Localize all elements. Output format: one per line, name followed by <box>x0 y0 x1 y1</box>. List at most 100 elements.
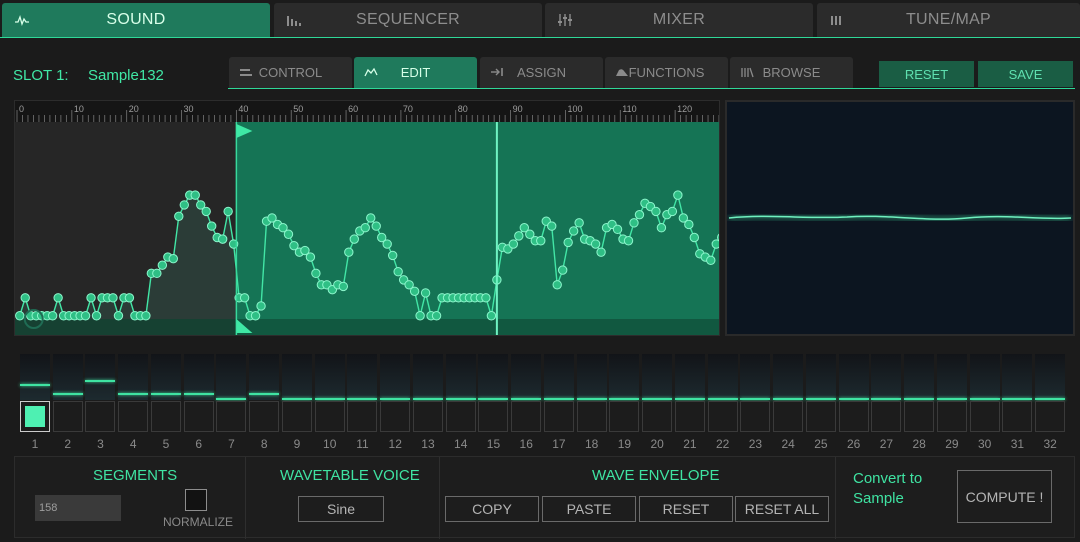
slot-select-button[interactable] <box>1035 401 1066 432</box>
slot-select-button[interactable] <box>511 401 542 432</box>
slot-level-meter <box>936 354 967 400</box>
save-button[interactable]: SAVE <box>978 61 1073 87</box>
slot-select-button[interactable] <box>281 401 312 432</box>
slot-level-bar <box>773 397 804 400</box>
waveform-preview <box>725 100 1075 336</box>
ruler <box>15 101 719 122</box>
slot-select-button[interactable] <box>380 401 411 432</box>
slot-select-button[interactable] <box>707 401 738 432</box>
slot-level-meter <box>118 354 149 400</box>
subtab-edit[interactable]: EDIT <box>354 57 477 88</box>
slot-level-meter <box>52 354 83 400</box>
wavetable-voice-select[interactable]: Sine <box>298 496 384 522</box>
reset-all-button[interactable]: RESET ALL <box>735 496 829 522</box>
slot-level-meter <box>249 354 280 400</box>
waveform-point <box>590 239 601 249</box>
slot-select-button[interactable] <box>412 401 443 432</box>
slot-select-button[interactable] <box>314 401 345 432</box>
subtab-functions[interactable]: FUNCTIONS <box>605 57 728 88</box>
slot-select-button[interactable] <box>740 401 771 432</box>
tab-mixer-label: MIXER <box>652 11 706 28</box>
slot-select-button[interactable] <box>576 401 607 432</box>
slot-select-button[interactable] <box>936 401 967 432</box>
slot-select-button[interactable] <box>674 401 705 432</box>
slot-select-button[interactable] <box>478 401 509 432</box>
slot-select-button[interactable] <box>642 401 673 432</box>
slot-select-button[interactable] <box>183 401 214 432</box>
ruler-label: 50 <box>293 104 303 114</box>
subtab-edit-label: EDIT <box>400 65 431 80</box>
tab-tune-map[interactable]: TUNE/MAP <box>817 3 1080 37</box>
paste-button[interactable]: PASTE <box>542 496 636 522</box>
section-divider <box>835 457 836 539</box>
waveform-point <box>387 250 398 261</box>
tab-sound[interactable]: SOUND <box>2 3 270 37</box>
waveform-point <box>174 211 184 222</box>
slot-select-button[interactable] <box>249 401 280 432</box>
tab-underline <box>0 37 1080 38</box>
slot-level-meter <box>543 354 574 400</box>
slot-select-button[interactable] <box>118 401 149 432</box>
segments-input[interactable]: 158 <box>35 495 121 521</box>
baseline-band <box>15 319 719 335</box>
reset-button[interactable]: RESET <box>879 61 974 87</box>
waveform-point <box>223 206 233 217</box>
waveform-canvas[interactable]: 0 10 20 30 40 50 60 70 80 90 100 110 120 <box>15 101 719 335</box>
slot-number: 13 <box>421 437 435 451</box>
subtab-browse[interactable]: BROWSE <box>730 57 853 88</box>
slot-select-button[interactable] <box>773 401 804 432</box>
subtab-control[interactable]: CONTROL <box>229 57 352 88</box>
slot-number: 18 <box>585 437 599 451</box>
slot-select-button[interactable] <box>52 401 83 432</box>
normalize-checkbox[interactable] <box>185 489 207 511</box>
segments-title: SEGMENTS <box>93 467 178 484</box>
slot-select-button[interactable] <box>347 401 378 432</box>
ruler-label: 10 <box>74 104 84 114</box>
slot-select-button[interactable] <box>904 401 935 432</box>
keys-icon <box>831 16 841 25</box>
slot-level-meter <box>478 354 509 400</box>
envelope-reset-button[interactable]: RESET <box>639 496 733 522</box>
slot-level-bar <box>904 397 935 400</box>
tab-mixer[interactable]: MIXER <box>545 3 813 37</box>
copy-button[interactable]: COPY <box>445 496 539 522</box>
slot-select-button[interactable] <box>838 401 869 432</box>
slot-select-button[interactable] <box>445 401 476 432</box>
waveform-point <box>168 253 179 264</box>
slot-select-button[interactable] <box>805 401 836 432</box>
slot-select-button[interactable] <box>85 401 116 432</box>
ruler-label: 100 <box>567 104 582 114</box>
slot-select-button[interactable] <box>150 401 181 432</box>
wavetable-voice-title: WAVETABLE VOICE <box>280 467 420 484</box>
slot-number: 4 <box>129 437 137 451</box>
slot-level-bar <box>52 392 83 395</box>
waveform-editor[interactable]: 0 10 20 30 40 50 60 70 80 90 100 110 120 <box>14 100 720 336</box>
slot-level-meter <box>642 354 673 400</box>
waveform-point <box>124 293 135 303</box>
subtab-assign[interactable]: ASSIGN <box>480 57 603 88</box>
slot-level-meter <box>969 354 1000 400</box>
slot-select-button[interactable] <box>216 401 247 432</box>
slot-select-button[interactable] <box>543 401 574 432</box>
slot-level-meter <box>838 354 869 400</box>
slot-level-meter <box>674 354 705 400</box>
tab-sound-label: SOUND <box>106 11 166 28</box>
tab-sequencer[interactable]: SEQUENCER <box>274 3 542 37</box>
slot-level-bar <box>478 397 509 400</box>
ruler-label: 120 <box>677 104 692 114</box>
slot-select-button[interactable] <box>1002 401 1033 432</box>
waveform-point <box>239 293 250 303</box>
ruler-label: 90 <box>513 104 523 114</box>
ruler-label: 0 <box>19 104 24 114</box>
slot-number: 30 <box>977 437 992 451</box>
slot-select-button[interactable] <box>969 401 1000 432</box>
compute-button[interactable]: COMPUTE ! <box>957 470 1052 523</box>
slot-select-button[interactable] <box>871 401 902 432</box>
slot-select-button[interactable] <box>20 401 50 432</box>
loop-region <box>236 122 719 335</box>
slot-select-button[interactable] <box>609 401 640 432</box>
slot-level-bar <box>249 392 280 395</box>
waveform-point <box>415 311 425 321</box>
waveform-point <box>711 239 719 249</box>
slot-level-meter <box>85 354 116 400</box>
